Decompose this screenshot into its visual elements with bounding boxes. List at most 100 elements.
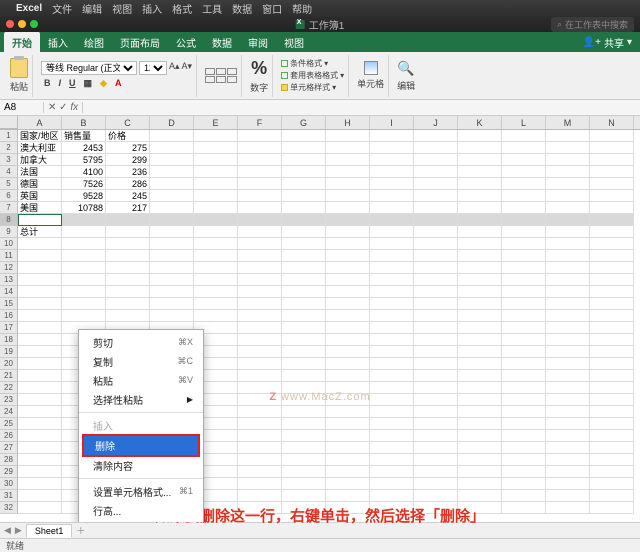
cell[interactable]	[326, 418, 370, 430]
cell[interactable]: 美国	[18, 202, 62, 214]
context-menu-item[interactable]: 隐藏^9	[79, 520, 203, 522]
cell[interactable]	[414, 202, 458, 214]
cell[interactable]	[238, 274, 282, 286]
cell[interactable]	[370, 214, 414, 226]
tab-page-layout[interactable]: 页面布局	[112, 32, 168, 53]
cell[interactable]	[546, 442, 590, 454]
cell[interactable]	[414, 322, 458, 334]
cell[interactable]	[238, 334, 282, 346]
cell[interactable]	[106, 286, 150, 298]
cell[interactable]	[414, 406, 458, 418]
cell[interactable]	[370, 310, 414, 322]
cell[interactable]	[238, 202, 282, 214]
cell[interactable]	[414, 286, 458, 298]
context-menu-item[interactable]: 设置单元格格式...⌘1	[79, 482, 203, 501]
cell[interactable]	[282, 418, 326, 430]
cell[interactable]	[238, 154, 282, 166]
grid-row[interactable]: 14	[0, 286, 640, 298]
cell[interactable]	[414, 334, 458, 346]
cell[interactable]	[414, 346, 458, 358]
cell[interactable]	[282, 394, 326, 406]
cell[interactable]	[414, 154, 458, 166]
cell[interactable]	[414, 430, 458, 442]
cell[interactable]	[458, 262, 502, 274]
cell[interactable]	[546, 286, 590, 298]
cell[interactable]	[546, 154, 590, 166]
row-header[interactable]: 23	[0, 394, 18, 406]
grid-row[interactable]: 7美国10788217	[0, 202, 640, 214]
cell[interactable]	[458, 130, 502, 142]
row-header[interactable]: 7	[0, 202, 18, 214]
cell[interactable]: 217	[106, 202, 150, 214]
cell[interactable]	[458, 178, 502, 190]
cell[interactable]	[150, 130, 194, 142]
cell[interactable]	[238, 142, 282, 154]
cell[interactable]: 5795	[62, 154, 106, 166]
cell[interactable]	[546, 382, 590, 394]
cell[interactable]	[18, 478, 62, 490]
cell[interactable]	[590, 430, 634, 442]
cell[interactable]	[590, 154, 634, 166]
cell[interactable]	[590, 322, 634, 334]
cell[interactable]	[282, 454, 326, 466]
cell[interactable]	[370, 502, 414, 514]
row-header[interactable]: 31	[0, 490, 18, 502]
cell[interactable]	[414, 358, 458, 370]
cell[interactable]	[546, 430, 590, 442]
cell[interactable]	[326, 130, 370, 142]
cell[interactable]	[458, 154, 502, 166]
grid-row[interactable]: 12	[0, 262, 640, 274]
cell[interactable]	[18, 430, 62, 442]
cell[interactable]	[370, 166, 414, 178]
cell[interactable]	[502, 478, 546, 490]
cell[interactable]	[458, 310, 502, 322]
cell[interactable]	[282, 322, 326, 334]
cell[interactable]: 7526	[62, 178, 106, 190]
cell[interactable]	[370, 346, 414, 358]
cell[interactable]	[370, 394, 414, 406]
cell[interactable]	[414, 238, 458, 250]
cell[interactable]	[502, 310, 546, 322]
grid-row[interactable]: 10	[0, 238, 640, 250]
cell[interactable]	[546, 454, 590, 466]
cell[interactable]	[502, 202, 546, 214]
cell[interactable]	[502, 322, 546, 334]
minimize-window-icon[interactable]	[18, 20, 26, 28]
cell[interactable]	[238, 394, 282, 406]
cell[interactable]	[282, 358, 326, 370]
cell[interactable]	[458, 418, 502, 430]
cell[interactable]	[370, 406, 414, 418]
cell[interactable]	[106, 274, 150, 286]
cell[interactable]	[590, 358, 634, 370]
cell[interactable]	[502, 274, 546, 286]
cell[interactable]	[326, 274, 370, 286]
decrease-font-icon[interactable]: A▾	[182, 61, 193, 75]
cell[interactable]	[150, 178, 194, 190]
cell[interactable]	[414, 226, 458, 238]
tab-draw[interactable]: 绘图	[76, 32, 112, 53]
cell[interactable]	[502, 142, 546, 154]
menu-tools[interactable]: 工具	[202, 1, 222, 16]
cell[interactable]	[370, 418, 414, 430]
cell[interactable]	[194, 238, 238, 250]
grid-row[interactable]: 13	[0, 274, 640, 286]
cell[interactable]	[502, 238, 546, 250]
cell[interactable]	[458, 478, 502, 490]
cell[interactable]	[546, 238, 590, 250]
row-header[interactable]: 21	[0, 370, 18, 382]
cell[interactable]	[546, 226, 590, 238]
cell[interactable]	[546, 370, 590, 382]
cell[interactable]	[370, 274, 414, 286]
row-header[interactable]: 15	[0, 298, 18, 310]
row-header[interactable]: 27	[0, 442, 18, 454]
row-header[interactable]: 4	[0, 166, 18, 178]
cell[interactable]	[502, 286, 546, 298]
context-menu-item[interactable]: 选择性粘贴▶	[79, 390, 203, 409]
cell[interactable]	[590, 454, 634, 466]
cell[interactable]	[458, 490, 502, 502]
cell[interactable]	[18, 286, 62, 298]
cell[interactable]	[458, 226, 502, 238]
cell[interactable]	[590, 214, 634, 226]
tab-review[interactable]: 审阅	[240, 32, 276, 53]
cell[interactable]	[62, 226, 106, 238]
